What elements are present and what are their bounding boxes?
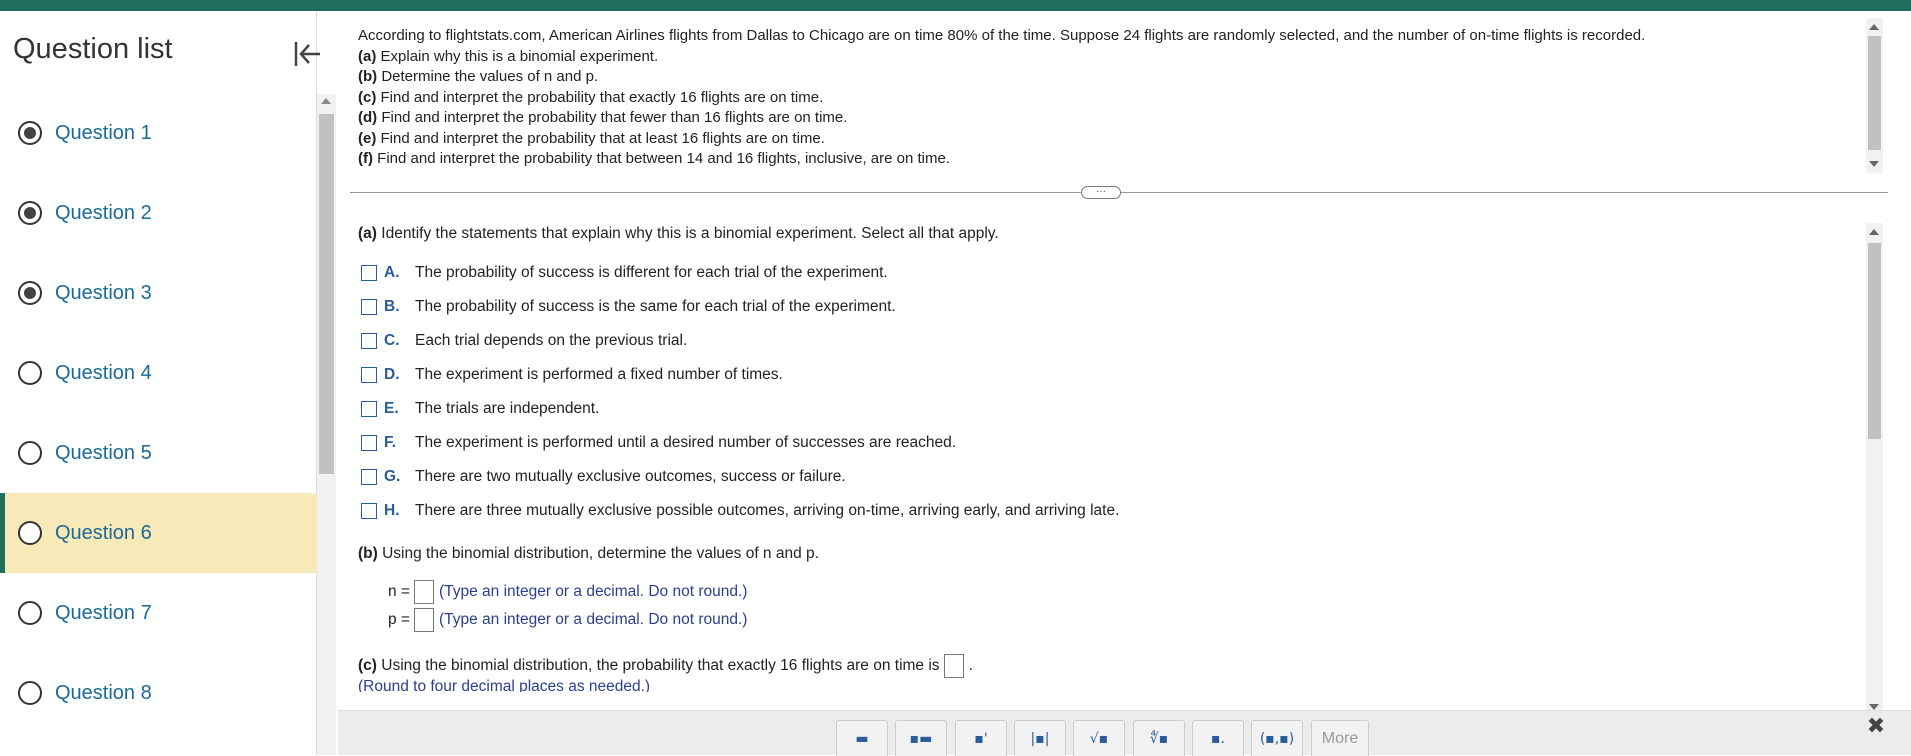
question-stem: According to flightstats.com, American A… — [358, 26, 1878, 170]
checkbox[interactable] — [361, 367, 377, 383]
question-item-1[interactable]: Question 1 — [0, 93, 317, 173]
answer-scrollbar[interactable] — [1866, 223, 1883, 716]
divider-drag-handle[interactable]: ··· — [1081, 186, 1121, 199]
question-label: Question 5 — [55, 441, 152, 464]
checkbox[interactable] — [361, 503, 377, 519]
option-b[interactable]: B. The probability of success is the same… — [361, 296, 896, 318]
square-root-icon: √▪ — [1089, 730, 1109, 747]
scrollbar-thumb[interactable] — [1868, 36, 1881, 150]
top-accent-bar — [0, 0, 1911, 11]
option-c[interactable]: C. Each trial depends on the previous tri… — [361, 330, 687, 352]
question-content: According to flightstats.com, American A… — [338, 11, 1911, 755]
fraction-button[interactable]: ▬ — [836, 720, 888, 756]
ordered-pair-icon: (▪,▪) — [1259, 730, 1295, 747]
option-f[interactable]: F. The experiment is performed until a de… — [361, 432, 956, 454]
question-item-3[interactable]: Question 3 — [0, 253, 317, 333]
option-g[interactable]: G. There are two mutually exclusive outco… — [361, 466, 846, 488]
question-label: Question 4 — [55, 361, 152, 384]
stem-scrollbar[interactable] — [1866, 18, 1883, 173]
scroll-up-arrow-icon[interactable] — [1869, 24, 1879, 30]
unanswered-status-icon — [18, 521, 42, 545]
stem-part-a: (a) Explain why this is a binomial exper… — [358, 47, 659, 65]
mixed-number-button[interactable]: ▪▬ — [895, 720, 947, 756]
exponent-button[interactable]: ▪' — [955, 720, 1007, 756]
question-label: Question 1 — [55, 121, 152, 144]
part-c-input[interactable] — [943, 654, 964, 678]
collapse-panel-button[interactable] — [290, 37, 324, 71]
option-a[interactable]: A. The probability of success is differen… — [361, 262, 888, 284]
answered-status-icon — [18, 201, 42, 225]
unanswered-status-icon — [18, 361, 42, 385]
unanswered-status-icon — [18, 441, 42, 465]
option-d[interactable]: D. The experiment is performed a fixed nu… — [361, 364, 783, 386]
decimal-icon: ▪. — [1211, 730, 1225, 747]
nth-root-button[interactable]: ∜▪ — [1133, 720, 1185, 756]
question-list-header: Question list — [0, 11, 320, 93]
nth-root-icon: ∜▪ — [1149, 730, 1169, 747]
checkbox[interactable] — [361, 401, 377, 417]
question-list-panel: Question list Question 1 Question 2 Ques… — [0, 11, 320, 755]
stem-intro: According to flightstats.com, American A… — [358, 27, 1646, 44]
more-label: More — [1321, 729, 1359, 747]
part-b-prompt: (b) Using the binomial distribution, det… — [358, 545, 819, 562]
option-e[interactable]: E. The trials are independent. — [361, 398, 599, 420]
math-palette-toolbar: ▬ ▪▬ ▪' |▪| √▪ ∜▪ ▪. (▪,▪) More ✖ — [338, 710, 1911, 756]
question-list-title: Question list — [13, 33, 173, 65]
n-input[interactable] — [413, 580, 434, 604]
checkbox[interactable] — [361, 469, 377, 485]
checkbox[interactable] — [361, 299, 377, 315]
part-a-prompt: (a) Identify the statements that explain… — [358, 225, 999, 242]
ordered-pair-button[interactable]: (▪,▪) — [1251, 720, 1303, 756]
absolute-value-button[interactable]: |▪| — [1014, 720, 1066, 756]
option-h[interactable]: H. There are three mutually exclusive pos… — [361, 500, 1119, 522]
question-item-6-current[interactable]: Question 6 — [0, 493, 317, 573]
question-list: Question 1 Question 2 Question 3 Questio… — [0, 93, 317, 755]
answered-status-icon — [18, 121, 42, 145]
question-list-scrollbar[interactable] — [317, 94, 336, 755]
question-label: Question 2 — [55, 201, 152, 224]
answered-status-icon — [18, 281, 42, 305]
scroll-down-arrow-icon[interactable] — [1869, 161, 1879, 167]
exponent-icon: ▪' — [974, 730, 988, 747]
scrollbar-thumb[interactable] — [1868, 243, 1881, 439]
p-input[interactable] — [413, 608, 434, 632]
part-c-hint: (Round to four decimal places as needed.… — [358, 678, 651, 692]
unanswered-status-icon — [18, 681, 42, 705]
stem-part-d: (d) Find and interpret the probability t… — [358, 109, 848, 126]
mixed-number-icon: ▪▬ — [909, 730, 933, 747]
decimal-button[interactable]: ▪. — [1192, 720, 1244, 756]
stem-part-f: (f) Find and interpret the probability t… — [358, 150, 951, 167]
stem-part-b: (b) Determine the values of n and p. — [358, 68, 599, 85]
absolute-value-icon: |▪| — [1030, 730, 1050, 747]
part-c-prompt: (c) Using the binomial distribution, the… — [358, 654, 973, 678]
n-answer-row: n = (Type an integer or a decimal. Do not… — [388, 580, 747, 604]
question-label: Question 3 — [55, 281, 152, 304]
checkbox[interactable] — [361, 265, 377, 281]
question-label: Question 6 — [55, 521, 152, 544]
collapse-left-icon — [294, 42, 320, 66]
question-item-2[interactable]: Question 2 — [0, 173, 317, 253]
question-item-4[interactable]: Question 4 — [0, 333, 317, 413]
square-root-button[interactable]: √▪ — [1073, 720, 1125, 756]
unanswered-status-icon — [18, 601, 42, 625]
question-label: Question 8 — [55, 681, 152, 704]
checkbox[interactable] — [361, 435, 377, 451]
close-toolbar-icon[interactable]: ✖ — [1865, 716, 1887, 738]
scroll-up-arrow-icon[interactable] — [1869, 229, 1879, 235]
stem-part-e: (e) Find and interpret the probability t… — [358, 129, 825, 147]
question-label: Question 7 — [55, 601, 152, 624]
fraction-icon: ▬ — [855, 730, 869, 747]
question-item-7[interactable]: Question 7 — [0, 573, 317, 653]
question-item-5[interactable]: Question 5 — [0, 413, 317, 493]
scroll-up-arrow-icon[interactable] — [321, 98, 331, 104]
question-item-8[interactable]: Question 8 — [0, 653, 317, 733]
p-answer-row: p = (Type an integer or a decimal. Do not… — [388, 608, 747, 632]
checkbox[interactable] — [361, 333, 377, 349]
scrollbar-thumb[interactable] — [319, 114, 334, 474]
stem-part-c: (c) Find and interpret the probability t… — [358, 88, 824, 106]
more-button[interactable]: More — [1311, 720, 1369, 756]
